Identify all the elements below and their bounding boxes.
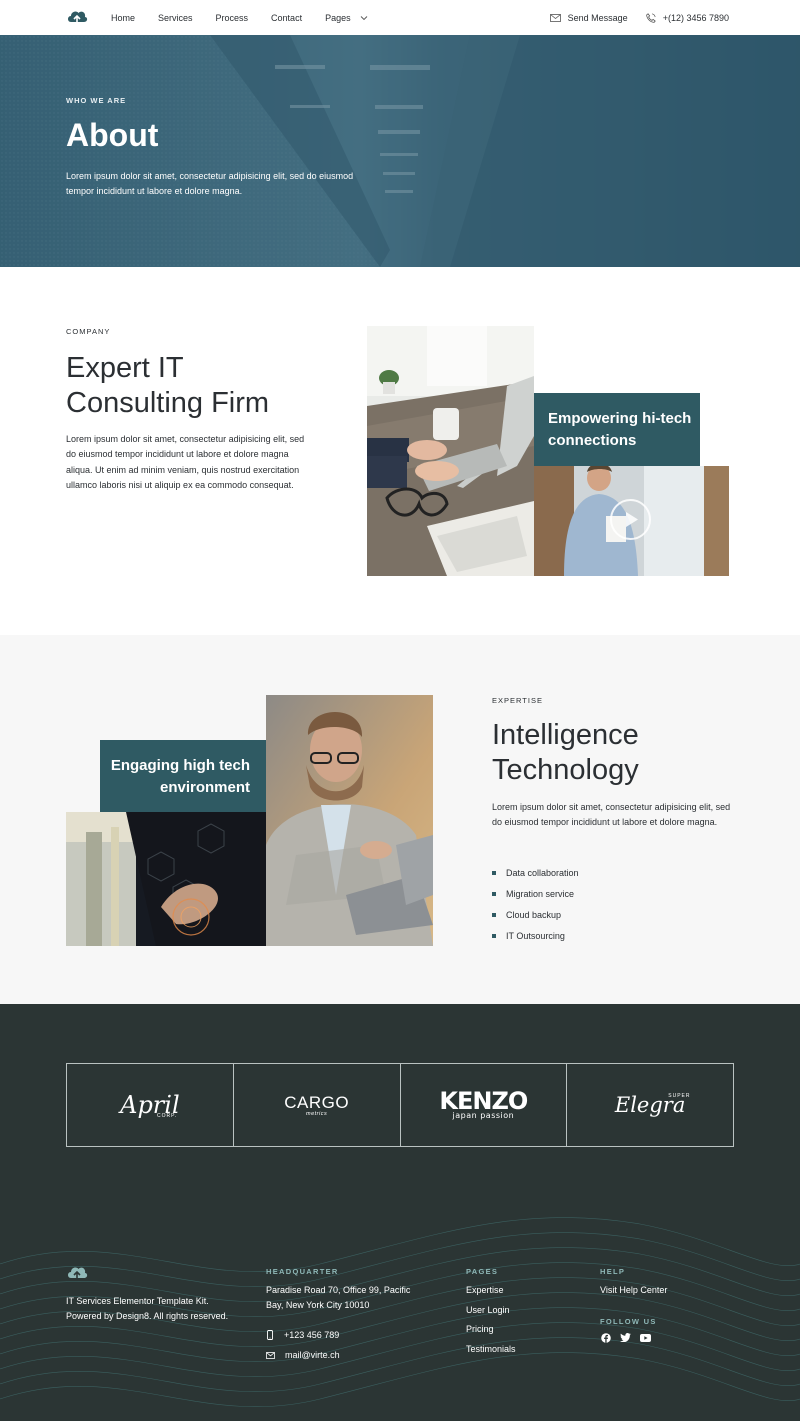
envelope-icon [266, 1351, 275, 1359]
company-heading: Expert IT Consulting Firm [66, 352, 270, 419]
headquarter-heading: HEADQUARTER [266, 1267, 339, 1276]
mobile-icon [267, 1330, 273, 1340]
nav-links: Home Services Process Contact Pages [111, 0, 391, 35]
nav-services[interactable]: Services [158, 13, 193, 23]
logo-elegra: Elegra SUPER [567, 1064, 733, 1146]
cloud-upload-icon[interactable] [66, 9, 88, 25]
footer-address: Paradise Road 70, Office 99, Pacific Bay… [266, 1285, 411, 1310]
list-item: Data collaboration [492, 868, 579, 889]
expertise-card-text: Engaging high tech environment [110, 757, 250, 796]
page-title: About [66, 117, 159, 153]
logo-elegra-sub: SUPER [668, 1093, 691, 1099]
help-heading: HELP [600, 1267, 626, 1276]
logo-kenzo-text: KENZO [439, 1087, 528, 1115]
nav-pages-label: Pages [325, 12, 351, 23]
hand-tech-image [66, 812, 266, 946]
logo-cargo: CARGO metrics [234, 1064, 401, 1146]
help-center-link[interactable]: Visit Help Center [600, 1283, 667, 1298]
company-description: Lorem ipsum dolor sit amet, consectetur … [66, 434, 305, 490]
facebook-icon [600, 1332, 611, 1343]
office-laptop-image [367, 326, 534, 576]
list-item: Migration service [492, 889, 579, 910]
phone-icon [645, 12, 656, 23]
nav-home[interactable]: Home [111, 13, 135, 23]
footer-copyright: IT Services Elementor Template Kit. Powe… [66, 1296, 229, 1321]
company-highlight-card: Empowering hi-tech connections [534, 393, 700, 466]
phone-link[interactable]: +(12) 3456 7890 [645, 12, 729, 23]
footer-phone[interactable]: +123 456 789 [266, 1330, 339, 1340]
footer-phone-number: +123 456 789 [284, 1330, 340, 1340]
social-links [600, 1332, 651, 1343]
logo-kenzo: KENZO japan passion [401, 1064, 568, 1146]
businessman-phone-image [266, 695, 433, 946]
footer-link-expertise[interactable]: Expertise [466, 1285, 516, 1305]
send-message-link[interactable]: Send Message [549, 12, 628, 23]
nav-contact-info: Send Message +(12) 3456 7890 [536, 0, 729, 35]
pages-heading: PAGES [466, 1267, 499, 1276]
youtube-link[interactable] [640, 1332, 651, 1343]
play-video-button[interactable] [610, 499, 651, 540]
expertise-kicker: EXPERTISE [492, 696, 543, 705]
facebook-link[interactable] [600, 1332, 611, 1343]
footer-email-address: mail@virte.ch [285, 1350, 340, 1360]
client-logos: April CORP. CARGO metrics KENZO japan pa… [66, 1063, 734, 1147]
footer-email[interactable]: mail@virte.ch [266, 1350, 340, 1360]
send-message-label: Send Message [567, 12, 628, 23]
expertise-highlight-card: Engaging high tech environment [100, 740, 266, 812]
nav-pages[interactable]: Pages [325, 13, 368, 23]
logo-april: April CORP. [67, 1064, 234, 1146]
hero-banner: WHO WE ARE About Lorem ipsum dolor sit a… [0, 35, 800, 267]
nav-process[interactable]: Process [216, 13, 249, 23]
twitter-link[interactable] [620, 1332, 631, 1343]
company-kicker: COMPANY [66, 327, 111, 336]
list-item: IT Outsourcing [492, 931, 579, 952]
youtube-icon [640, 1333, 651, 1342]
follow-us-heading: FOLLOW US [600, 1317, 657, 1326]
logo-april-sub: CORP. [157, 1113, 178, 1119]
expertise-heading: Intelligence Technology [492, 719, 639, 786]
footer-link-pricing[interactable]: Pricing [466, 1324, 516, 1344]
nav-contact[interactable]: Contact [271, 13, 302, 23]
chevron-down-icon [360, 15, 367, 20]
list-item: Cloud backup [492, 910, 579, 931]
footer-link-testimonials[interactable]: Testimonials [466, 1344, 516, 1364]
logo-cargo-text: CARGO [284, 1093, 350, 1112]
envelope-icon [549, 13, 561, 22]
logo-kenzo-sub: japan passion [452, 1111, 515, 1120]
cloud-upload-icon[interactable] [66, 1265, 88, 1281]
footer-pages-list: Expertise User Login Pricing Testimonial… [466, 1285, 516, 1363]
hero-kicker: WHO WE ARE [66, 96, 127, 105]
footer-link-user-login[interactable]: User Login [466, 1305, 516, 1325]
expertise-list: Data collaboration Migration service Clo… [492, 868, 579, 952]
top-navigation: Home Services Process Contact Pages Send… [0, 0, 800, 35]
logo-cargo-sub: metrics [306, 1111, 328, 1117]
play-icon [626, 512, 638, 527]
expertise-description: Lorem ipsum dolor sit amet, consectetur … [492, 802, 731, 828]
hero-description: Lorem ipsum dolor sit amet, consectetur … [66, 171, 354, 196]
company-card-text: Empowering hi-tech connections [548, 410, 692, 449]
phone-number: +(12) 3456 7890 [662, 12, 729, 23]
twitter-icon [620, 1333, 631, 1342]
